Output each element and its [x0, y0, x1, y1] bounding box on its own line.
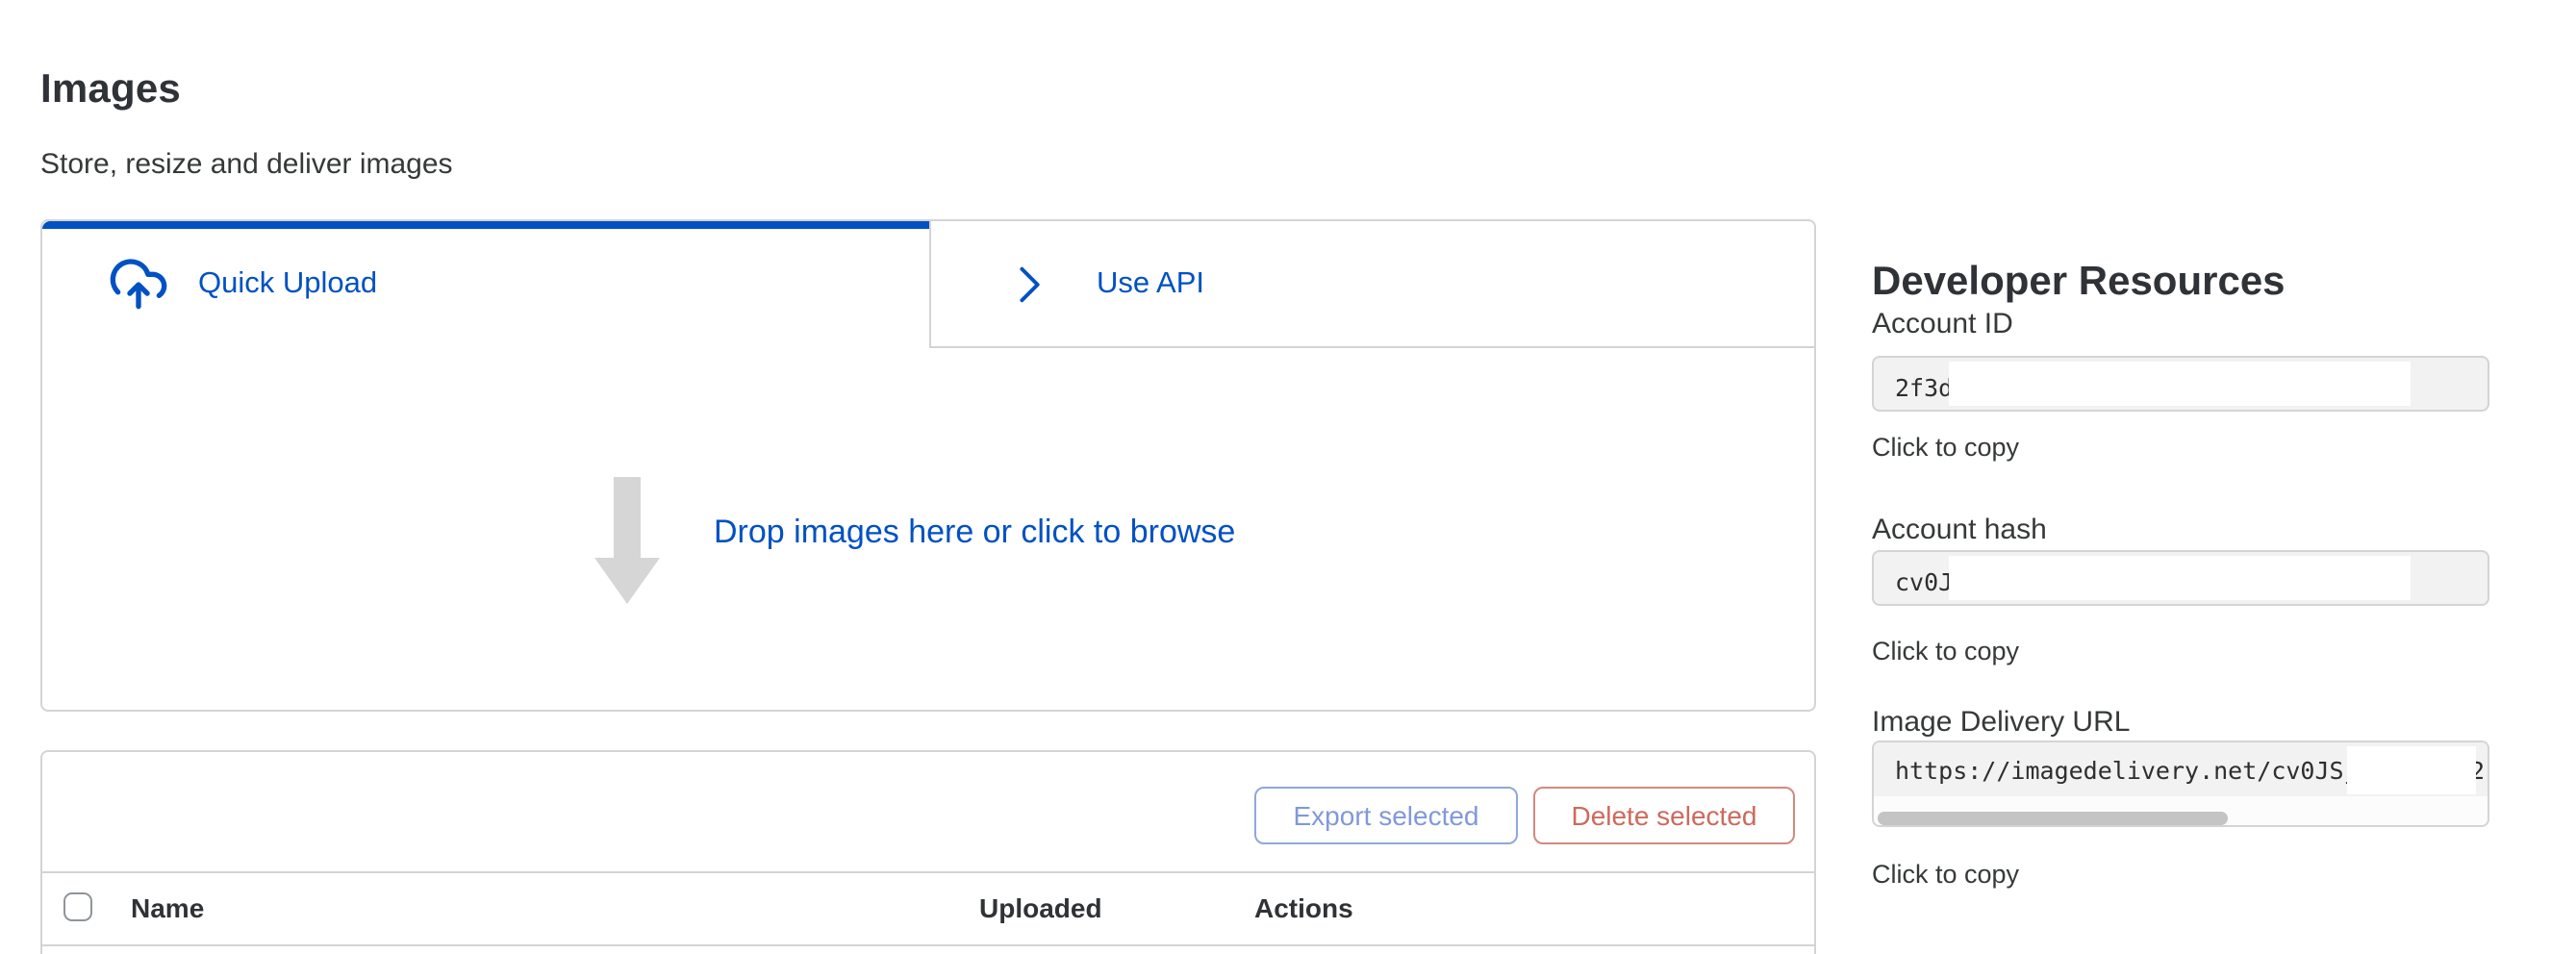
- image-delivery-url-value: https://imagedelivery.net/cv0JSj: [1895, 756, 2359, 785]
- developer-resources-sidebar: Developer Resources Account ID 2f3d Clic…: [1872, 0, 2489, 954]
- upload-panel: Quick Upload Use API Drop images here or…: [40, 219, 1816, 712]
- images-page: Images Store, resize and deliver images …: [0, 0, 2576, 954]
- sidebar-title: Developer Resources: [1872, 261, 2286, 307]
- column-header-name: Name: [131, 892, 204, 923]
- page-subtitle: Store, resize and deliver images: [40, 148, 453, 181]
- redaction-overlay: [2347, 746, 2476, 794]
- dropzone-label: Drop images here or click to browse: [714, 514, 1235, 552]
- tab-use-api[interactable]: Use API: [929, 221, 1814, 348]
- account-id-field[interactable]: 2f3d: [1872, 356, 2489, 412]
- column-header-actions: Actions: [1254, 892, 1353, 923]
- export-selected-button[interactable]: Export selected: [1254, 787, 1518, 844]
- tab-quick-upload-label: Quick Upload: [198, 267, 377, 302]
- images-toolbar: Export selected Delete selected: [42, 752, 1814, 873]
- column-header-uploaded: Uploaded: [979, 892, 1102, 923]
- cloud-upload-icon: [108, 254, 169, 315]
- delete-selected-button[interactable]: Delete selected: [1533, 787, 1795, 844]
- account-id-label: Account ID: [1872, 308, 2013, 340]
- chevron-right-icon: [1004, 259, 1054, 309]
- select-all-checkbox[interactable]: [63, 892, 92, 921]
- image-delivery-url-field[interactable]: https://imagedelivery.net/cv0JSj 2: [1872, 741, 2489, 827]
- tab-quick-upload[interactable]: Quick Upload: [42, 221, 929, 348]
- page-title: Images: [40, 67, 181, 113]
- account-hash-label: Account hash: [1872, 514, 2047, 546]
- image-delivery-url-copy-hint: Click to copy: [1872, 860, 2019, 889]
- account-hash-field[interactable]: cv0J: [1872, 550, 2489, 606]
- images-table-panel: Export selected Delete selected Name Upl…: [40, 750, 1816, 954]
- down-arrow-icon: [594, 477, 660, 604]
- account-hash-value: cv0J: [1895, 567, 1953, 596]
- account-id-copy-hint: Click to copy: [1872, 433, 2019, 462]
- url-partial-character: 2: [2476, 756, 2485, 785]
- tab-use-api-label: Use API: [1097, 266, 1204, 301]
- images-table-header: Name Uploaded Actions: [42, 871, 1814, 946]
- url-horizontal-scrollbar-thumb[interactable]: [1878, 812, 2228, 824]
- dropzone[interactable]: Drop images here or click to browse: [42, 348, 1814, 710]
- redaction-overlay: [1949, 362, 2411, 406]
- account-id-value: 2f3d: [1895, 373, 1953, 402]
- account-hash-copy-hint: Click to copy: [1872, 637, 2019, 665]
- image-delivery-url-label: Image Delivery URL: [1872, 706, 2130, 739]
- redaction-overlay: [1949, 556, 2411, 600]
